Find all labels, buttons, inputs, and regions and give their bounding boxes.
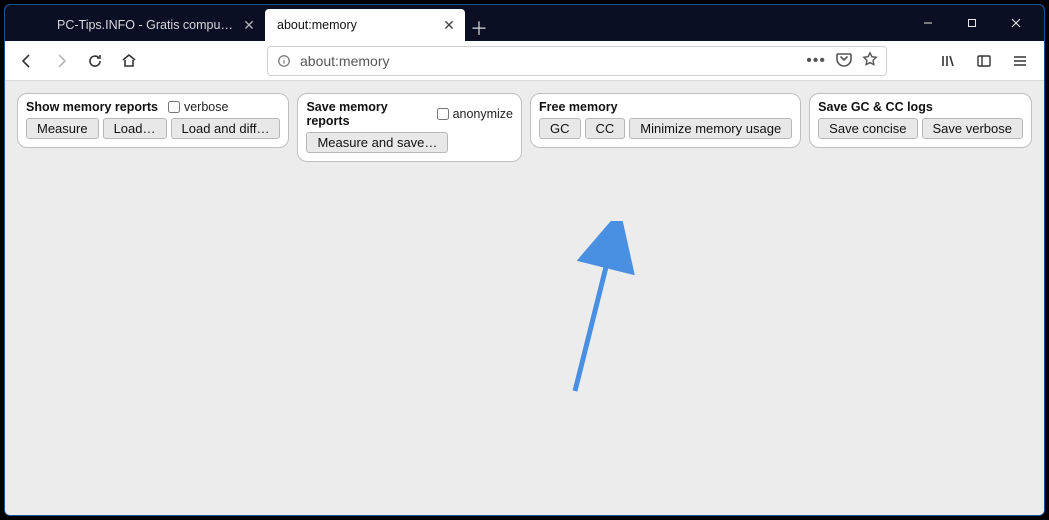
minimize-button[interactable]: [906, 7, 950, 39]
library-icon[interactable]: [934, 47, 962, 75]
panel-title: Free memory: [539, 100, 618, 114]
home-button[interactable]: [113, 45, 145, 77]
page-content: Show memory reports verbose Measure Load…: [5, 81, 1044, 515]
annotation-arrow-icon: [535, 221, 655, 401]
bookmark-star-icon[interactable]: [862, 51, 878, 70]
minimize-memory-button[interactable]: Minimize memory usage: [629, 118, 792, 139]
panel-save-gc-cc-logs: Save GC & CC logs Save concise Save verb…: [809, 93, 1032, 148]
load-button[interactable]: Load…: [103, 118, 167, 139]
tab-label: about:memory: [277, 18, 435, 32]
measure-and-save-button[interactable]: Measure and save…: [306, 132, 448, 153]
site-info-icon[interactable]: [274, 51, 294, 71]
toolbar-right: [934, 47, 1038, 75]
gc-button[interactable]: GC: [539, 118, 581, 139]
pocket-icon[interactable]: [836, 51, 852, 70]
measure-button[interactable]: Measure: [26, 118, 99, 139]
navbar: about:memory •••: [5, 41, 1044, 81]
window-controls: [906, 5, 1044, 41]
panel-free-memory: Free memory GC CC Minimize memory usage: [530, 93, 801, 148]
verbose-checkbox[interactable]: verbose: [168, 100, 228, 114]
browser-window: PC-Tips.INFO - Gratis computer tips ✕ ab…: [4, 4, 1045, 516]
cc-button[interactable]: CC: [585, 118, 626, 139]
close-icon[interactable]: ✕: [241, 17, 257, 33]
checkbox-label: verbose: [184, 100, 228, 114]
panels-row: Show memory reports verbose Measure Load…: [17, 93, 1032, 162]
back-button[interactable]: [11, 45, 43, 77]
maximize-button[interactable]: [950, 7, 994, 39]
url-text[interactable]: about:memory: [294, 53, 806, 69]
anonymize-checkbox-input[interactable]: [437, 108, 449, 120]
forward-button[interactable]: [45, 45, 77, 77]
tab-label: PC-Tips.INFO - Gratis computer tips: [57, 18, 235, 32]
close-icon[interactable]: ✕: [441, 17, 457, 33]
panel-save-memory-reports: Save memory reports anonymize Measure an…: [297, 93, 522, 162]
load-and-diff-button[interactable]: Load and diff…: [171, 118, 281, 139]
url-bar[interactable]: about:memory •••: [267, 46, 887, 76]
new-tab-button[interactable]: ＋: [465, 15, 493, 41]
anonymize-checkbox[interactable]: anonymize: [437, 107, 513, 121]
reload-button[interactable]: [79, 45, 111, 77]
tab-about-memory[interactable]: about:memory ✕: [265, 9, 465, 41]
save-verbose-button[interactable]: Save verbose: [922, 118, 1024, 139]
close-window-button[interactable]: [994, 7, 1038, 39]
sidebar-icon[interactable]: [970, 47, 998, 75]
panel-title: Save GC & CC logs: [818, 100, 933, 114]
tab-pc-tips[interactable]: PC-Tips.INFO - Gratis computer tips ✕: [45, 9, 265, 41]
url-actions: •••: [806, 51, 880, 70]
verbose-checkbox-input[interactable]: [168, 101, 180, 113]
titlebar: PC-Tips.INFO - Gratis computer tips ✕ ab…: [5, 5, 1044, 41]
menu-icon[interactable]: [1006, 47, 1034, 75]
page-actions-icon[interactable]: •••: [806, 52, 826, 70]
tab-strip: PC-Tips.INFO - Gratis computer tips ✕ ab…: [5, 5, 493, 41]
checkbox-label: anonymize: [453, 107, 513, 121]
panel-show-memory-reports: Show memory reports verbose Measure Load…: [17, 93, 289, 148]
panel-title: Show memory reports: [26, 100, 158, 114]
panel-title: Save memory reports: [306, 100, 426, 128]
save-concise-button[interactable]: Save concise: [818, 118, 917, 139]
